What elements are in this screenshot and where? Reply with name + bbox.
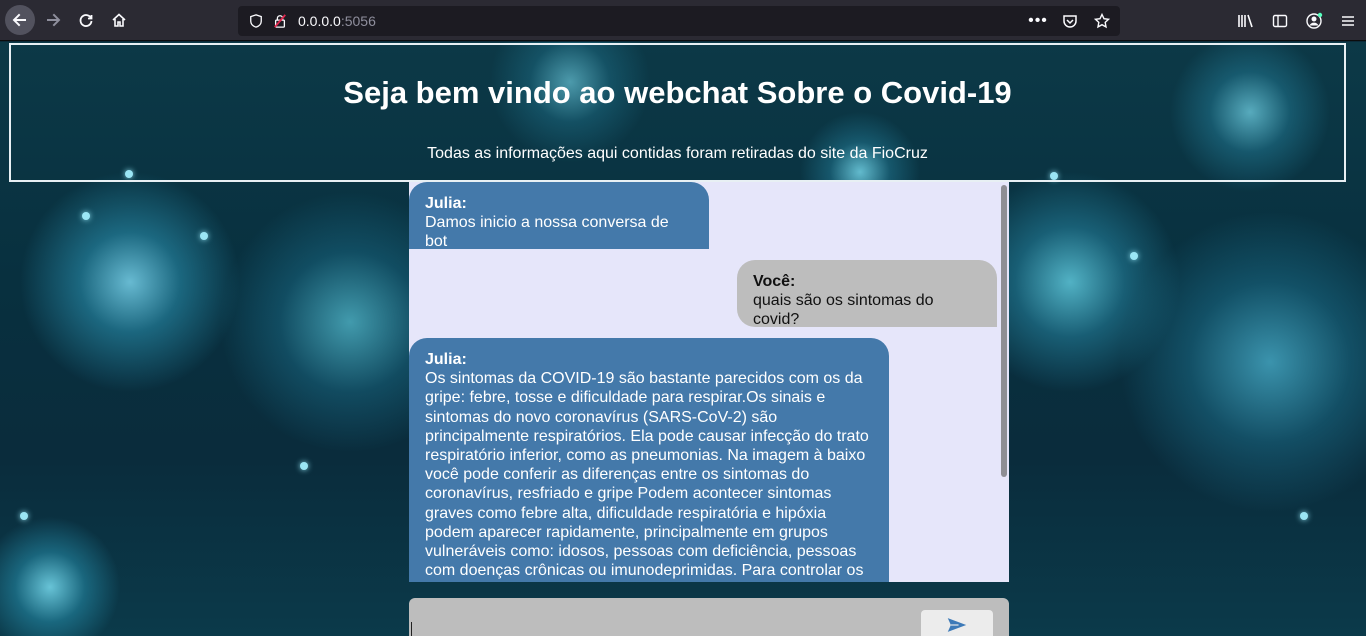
home-icon (109, 10, 129, 30)
message-input[interactable] (409, 598, 909, 636)
bot-message: Julia: Os sintomas da COVID-19 são basta… (409, 338, 889, 582)
user-message: Você: quais são os sintomas do covid? (737, 260, 997, 329)
virus-decoration (1130, 252, 1138, 260)
send-button[interactable] (921, 610, 993, 636)
scrollbar-thumb[interactable] (1001, 185, 1007, 477)
message-text: Damos inicio a nossa conversa de bot (425, 214, 669, 251)
bot-message: Julia: Damos inicio a nossa conversa de … (409, 182, 709, 251)
virus-decoration (20, 512, 28, 520)
message-text: Os sintomas da COVID-19 são bastante par… (425, 370, 869, 580)
virus-decoration (1300, 512, 1308, 520)
account-icon[interactable] (1304, 11, 1324, 31)
library-icon[interactable] (1236, 11, 1256, 31)
send-arrow-icon (947, 615, 967, 635)
sidebar-icon[interactable] (1270, 11, 1290, 31)
shield-icon[interactable] (246, 11, 266, 31)
pocket-icon[interactable] (1060, 11, 1080, 31)
chat-window[interactable]: Julia: Damos inicio a nossa conversa de … (409, 182, 1009, 582)
more-actions-icon[interactable]: ••• (1028, 11, 1048, 31)
menu-icon[interactable] (1338, 11, 1358, 31)
reload-button[interactable] (71, 5, 101, 35)
header-banner: Seja bem vindo ao webchat Sobre o Covid-… (9, 43, 1346, 182)
page-title: Seja bem vindo ao webchat Sobre o Covid-… (343, 75, 1012, 110)
bookmark-star-icon[interactable] (1092, 11, 1112, 31)
reload-icon (76, 10, 96, 30)
url-bar[interactable]: 0.0.0.0:5056 ••• (238, 6, 1120, 36)
chat-scrollbar[interactable] (997, 182, 1009, 582)
virus-decoration (82, 212, 90, 220)
message-sender: Julia: (425, 351, 467, 368)
message-text: quais são os sintomas do covid? (753, 292, 934, 329)
virus-decoration (300, 462, 308, 470)
message-input-bar (409, 598, 1009, 636)
browser-toolbar: 0.0.0.0:5056 ••• (0, 0, 1366, 41)
insecure-lock-icon[interactable] (270, 11, 290, 31)
page-subtitle: Todas as informações aqui contidas foram… (427, 145, 928, 162)
url-port: :5056 (340, 13, 376, 29)
arrow-left-icon (10, 10, 30, 30)
virus-decoration (200, 232, 208, 240)
url-text[interactable]: 0.0.0.0:5056 (298, 13, 376, 29)
text-caret (411, 622, 412, 636)
page-background: Seja bem vindo ao webchat Sobre o Covid-… (0, 42, 1366, 636)
arrow-right-icon (43, 10, 63, 30)
url-host: 0.0.0.0 (298, 13, 341, 29)
home-button[interactable] (104, 5, 134, 35)
forward-button[interactable] (38, 5, 68, 35)
message-sender: Você: (753, 273, 796, 290)
message-sender: Julia: (425, 195, 467, 212)
back-button[interactable] (5, 5, 35, 35)
